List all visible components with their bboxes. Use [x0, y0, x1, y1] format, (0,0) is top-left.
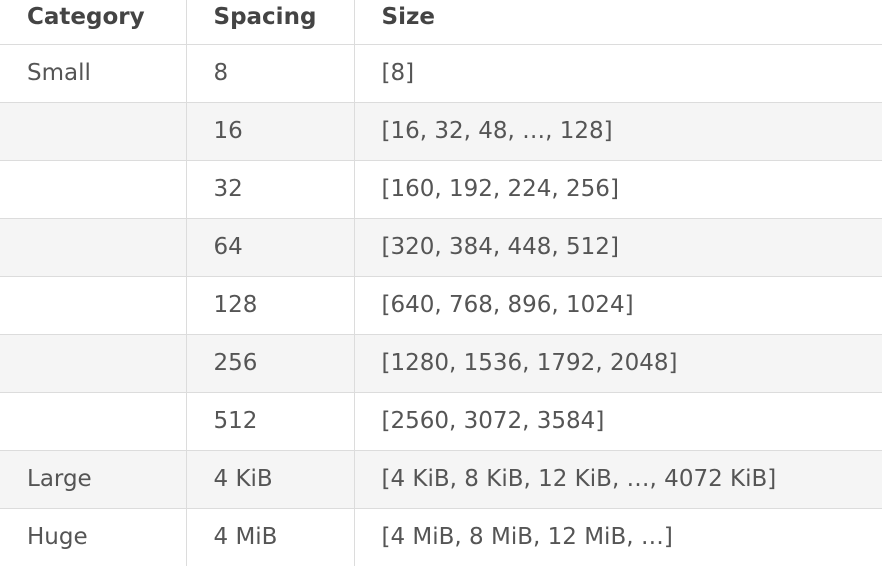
table-row: 128 [640, 768, 896, 1024] [0, 277, 882, 335]
cell-size: [640, 768, 896, 1024] [354, 277, 882, 335]
cell-size: [4 KiB, 8 KiB, 12 KiB, …, 4072 KiB] [354, 451, 882, 509]
table-row: Huge 4 MiB [4 MiB, 8 MiB, 12 MiB, …] [0, 509, 882, 566]
cell-spacing: 64 [186, 219, 354, 277]
cell-size: [320, 384, 448, 512] [354, 219, 882, 277]
cell-category [0, 277, 186, 335]
cell-category [0, 335, 186, 393]
table-row: 64 [320, 384, 448, 512] [0, 219, 882, 277]
cell-size: [1280, 1536, 1792, 2048] [354, 335, 882, 393]
cell-size: [160, 192, 224, 256] [354, 161, 882, 219]
cell-spacing: 32 [186, 161, 354, 219]
column-header-spacing: Spacing [186, 0, 354, 45]
table-row: Large 4 KiB [4 KiB, 8 KiB, 12 KiB, …, 40… [0, 451, 882, 509]
cell-size: [16, 32, 48, …, 128] [354, 103, 882, 161]
table-row: 256 [1280, 1536, 1792, 2048] [0, 335, 882, 393]
table-row: 16 [16, 32, 48, …, 128] [0, 103, 882, 161]
cell-spacing: 512 [186, 393, 354, 451]
table-row: 512 [2560, 3072, 3584] [0, 393, 882, 451]
cell-category: Small [0, 45, 186, 103]
column-header-category: Category [0, 0, 186, 45]
cell-spacing: 256 [186, 335, 354, 393]
cell-category [0, 103, 186, 161]
cell-size: [2560, 3072, 3584] [354, 393, 882, 451]
table-row: Small 8 [8] [0, 45, 882, 103]
size-class-table: Category Spacing Size Small 8 [8] 16 [16… [0, 0, 882, 566]
cell-spacing: 8 [186, 45, 354, 103]
cell-spacing: 4 KiB [186, 451, 354, 509]
cell-spacing: 4 MiB [186, 509, 354, 566]
table-header-row: Category Spacing Size [0, 0, 882, 45]
column-header-size: Size [354, 0, 882, 45]
table-row: 32 [160, 192, 224, 256] [0, 161, 882, 219]
cell-size: [8] [354, 45, 882, 103]
cell-category: Huge [0, 509, 186, 566]
cell-category [0, 161, 186, 219]
cell-size: [4 MiB, 8 MiB, 12 MiB, …] [354, 509, 882, 566]
cell-category: Large [0, 451, 186, 509]
cell-category [0, 219, 186, 277]
cell-spacing: 16 [186, 103, 354, 161]
cell-category [0, 393, 186, 451]
cell-spacing: 128 [186, 277, 354, 335]
